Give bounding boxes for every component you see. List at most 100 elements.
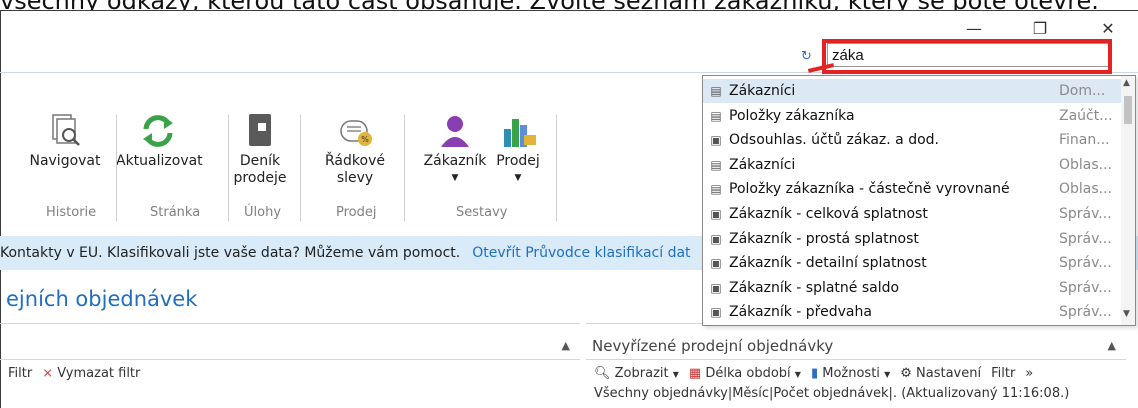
search-result-name: Položky zákazníka (729, 107, 855, 124)
separator (228, 115, 229, 221)
search-result-name: Odsouhlas. účtů zákaz. a dod. (729, 132, 939, 149)
svg-text:%: % (361, 135, 369, 144)
collapse-caret-icon[interactable]: ▲ (1108, 334, 1116, 358)
left-pane-header: ▲ (0, 334, 580, 360)
group-label-sales: Prodej (336, 205, 377, 220)
discount-icon: % (324, 109, 386, 153)
search-result-category: Dom... (1059, 83, 1106, 99)
journal-icon (232, 109, 288, 153)
report-icon: ▣ (710, 256, 722, 271)
list-page-icon: ▤ (710, 157, 722, 172)
search-result-name: Položky zákazníka - částečně vyrovnané (729, 181, 1010, 198)
filter-button[interactable]: Filtr (991, 366, 1015, 381)
search-result-name: Zákazník - prostá splatnost (729, 230, 919, 247)
more-chevron-icon[interactable]: » (1025, 366, 1033, 381)
search-result-name: Zákazník - detailní splatnost (729, 255, 927, 272)
left-pane-toolbar: Filtr ⨯ Vymazat filtr (0, 360, 580, 386)
search-result-item[interactable]: ▣ Zákazník - detailní splatnost Správ... (703, 251, 1121, 275)
search-result-item[interactable]: ▣ Zákazník - celková splatnost Správ... (703, 202, 1121, 226)
sales-journal-button[interactable]: Deník prodeje (232, 109, 288, 187)
collapse-caret-icon[interactable]: ▲ (562, 334, 570, 358)
refresh-page-label: Aktualizovat (116, 153, 203, 169)
period-length-label: Délka období (705, 365, 791, 381)
search-result-item[interactable]: ▣ Zákazník - předvaha Správ... (703, 300, 1121, 324)
classification-wizard-link[interactable]: Otevřít Průvodce klasifikací dat (472, 245, 690, 261)
search-result-name: Zákazník - předvaha (729, 304, 872, 321)
line-discounts-button[interactable]: % Řádkové slevy (324, 109, 386, 187)
options-label: Možnosti (822, 365, 880, 381)
search-result-category: Správ... (1059, 255, 1112, 272)
search-results-dropdown: ▤ Zákazníci Dom... ▤ Položky zákazníka Zaúčt.… (702, 75, 1136, 326)
scroll-thumb[interactable] (1124, 96, 1132, 124)
search-result-item[interactable]: ▣ Odsouhlas. účtů zákaz. a dod. Finan... (703, 128, 1121, 152)
search-result-category: Správ... (1059, 230, 1112, 247)
page-title: ejních objednávek (6, 287, 198, 311)
right-pane-info: Všechny objednávky|Měsíc|Počet objednáve… (594, 386, 1070, 401)
period-length-button[interactable]: ▦ Délka období ▼ (689, 366, 801, 381)
customer-reports-button[interactable]: Zákazník ▼ (420, 109, 490, 187)
search-result-category: Zaúčt... (1059, 107, 1113, 124)
info-bar-text: Kontakty v EU. Klasifikovali jste vaše d… (0, 245, 461, 261)
refresh-icon[interactable]: ↻ (801, 49, 812, 64)
search-result-item[interactable]: ▤ Položky zákazníka Zaúčt... (703, 104, 1121, 128)
group-label-reports: Sestavy (456, 205, 508, 220)
separator (404, 115, 405, 221)
report-icon: ▣ (710, 207, 722, 221)
search-result-item[interactable]: ▤ Položky zákazníka - částečně vyrovnané O… (703, 177, 1121, 201)
settings-button[interactable]: ⚙ Nastavení (900, 366, 981, 381)
info-bar: Kontakty v EU. Klasifikovali jste vaše d… (0, 236, 704, 270)
list-page-icon: ▤ (710, 108, 722, 123)
divider (0, 323, 580, 324)
scroll-up-icon[interactable]: ▲ (1123, 78, 1130, 88)
calendar-icon: ▦ (688, 365, 702, 381)
green-refresh-icon (116, 109, 200, 153)
ribbon: Navigovat Aktualizovat Deník prodeje % Ř… (0, 109, 700, 229)
dropdown-scrollbar[interactable]: ▲ ▼ (1121, 76, 1135, 325)
right-pane: Nevyřízené prodejní objednávky ▲ 🔍︎ Zobr… (586, 334, 1126, 408)
search-result-category: Správ... (1059, 304, 1112, 321)
right-pane-header: Nevyřízené prodejní objednávky ▲ (586, 334, 1126, 360)
chart-icon: ▮ (810, 365, 819, 381)
separator (116, 115, 117, 221)
scroll-down-icon[interactable]: ▼ (1123, 309, 1130, 319)
bar-chart-icon (490, 109, 546, 153)
search-result-name: Zákazníci (729, 83, 796, 99)
search-result-category: Oblas... (1059, 181, 1113, 198)
report-icon: ▣ (710, 280, 722, 295)
customer-chevron-down-icon: ▼ (451, 173, 459, 183)
chevron-down-icon: ▼ (672, 369, 679, 379)
customer-label: Zákazník (423, 153, 487, 169)
navigate-icon (20, 109, 110, 153)
refresh-page-button[interactable]: Aktualizovat (116, 109, 203, 170)
navigate-button[interactable]: Navigovat (20, 109, 110, 170)
customer-icon (420, 109, 490, 153)
show-button[interactable]: 🔍︎ Zobrazit ▼ (594, 366, 679, 381)
search-result-item[interactable]: ▤ Zákazníci Dom... (703, 79, 1121, 103)
right-pane-title: Nevyřízené prodejní objednávky (592, 337, 834, 355)
clear-filter-button[interactable]: ⨯ Vymazat filtr (42, 366, 140, 381)
search-result-category: Oblas... (1059, 156, 1113, 173)
navigate-label: Navigovat (29, 153, 101, 169)
list-page-icon: ▤ (710, 182, 722, 197)
options-button[interactable]: ▮ Možnosti ▼ (811, 366, 890, 381)
settings-label: Nastavení (916, 365, 982, 381)
separator (300, 115, 301, 221)
search-result-category: Finan... (1059, 132, 1110, 149)
address-search-row: ↻ (0, 37, 1138, 73)
sales-reports-button[interactable]: Prodej ▼ (490, 109, 546, 187)
magnifier-icon: 🔍︎ (594, 365, 611, 381)
sales-journal-label: Deník prodeje (233, 153, 287, 186)
report-icon: ▣ (710, 133, 722, 148)
filter-button[interactable]: Filtr (8, 366, 32, 381)
search-result-item[interactable]: ▤ Zákazníci Oblas... (703, 153, 1121, 177)
search-result-category: Správ... (1059, 206, 1112, 222)
search-result-item[interactable]: ▣ Zákazník - prostá splatnost Správ... (703, 227, 1121, 251)
gear-icon: ⚙ (900, 365, 912, 381)
group-label-page: Stránka (150, 205, 201, 220)
search-input[interactable] (827, 43, 1112, 67)
left-pane: ▲ Filtr ⨯ Vymazat filtr (0, 334, 580, 408)
group-label-tasks: Úlohy (244, 205, 282, 220)
clear-filter-label: Vymazat filtr (57, 365, 141, 381)
search-result-name: Zákazníci (729, 156, 796, 173)
search-result-item[interactable]: ▣ Zákazník - splatné saldo Správ... (703, 276, 1121, 300)
